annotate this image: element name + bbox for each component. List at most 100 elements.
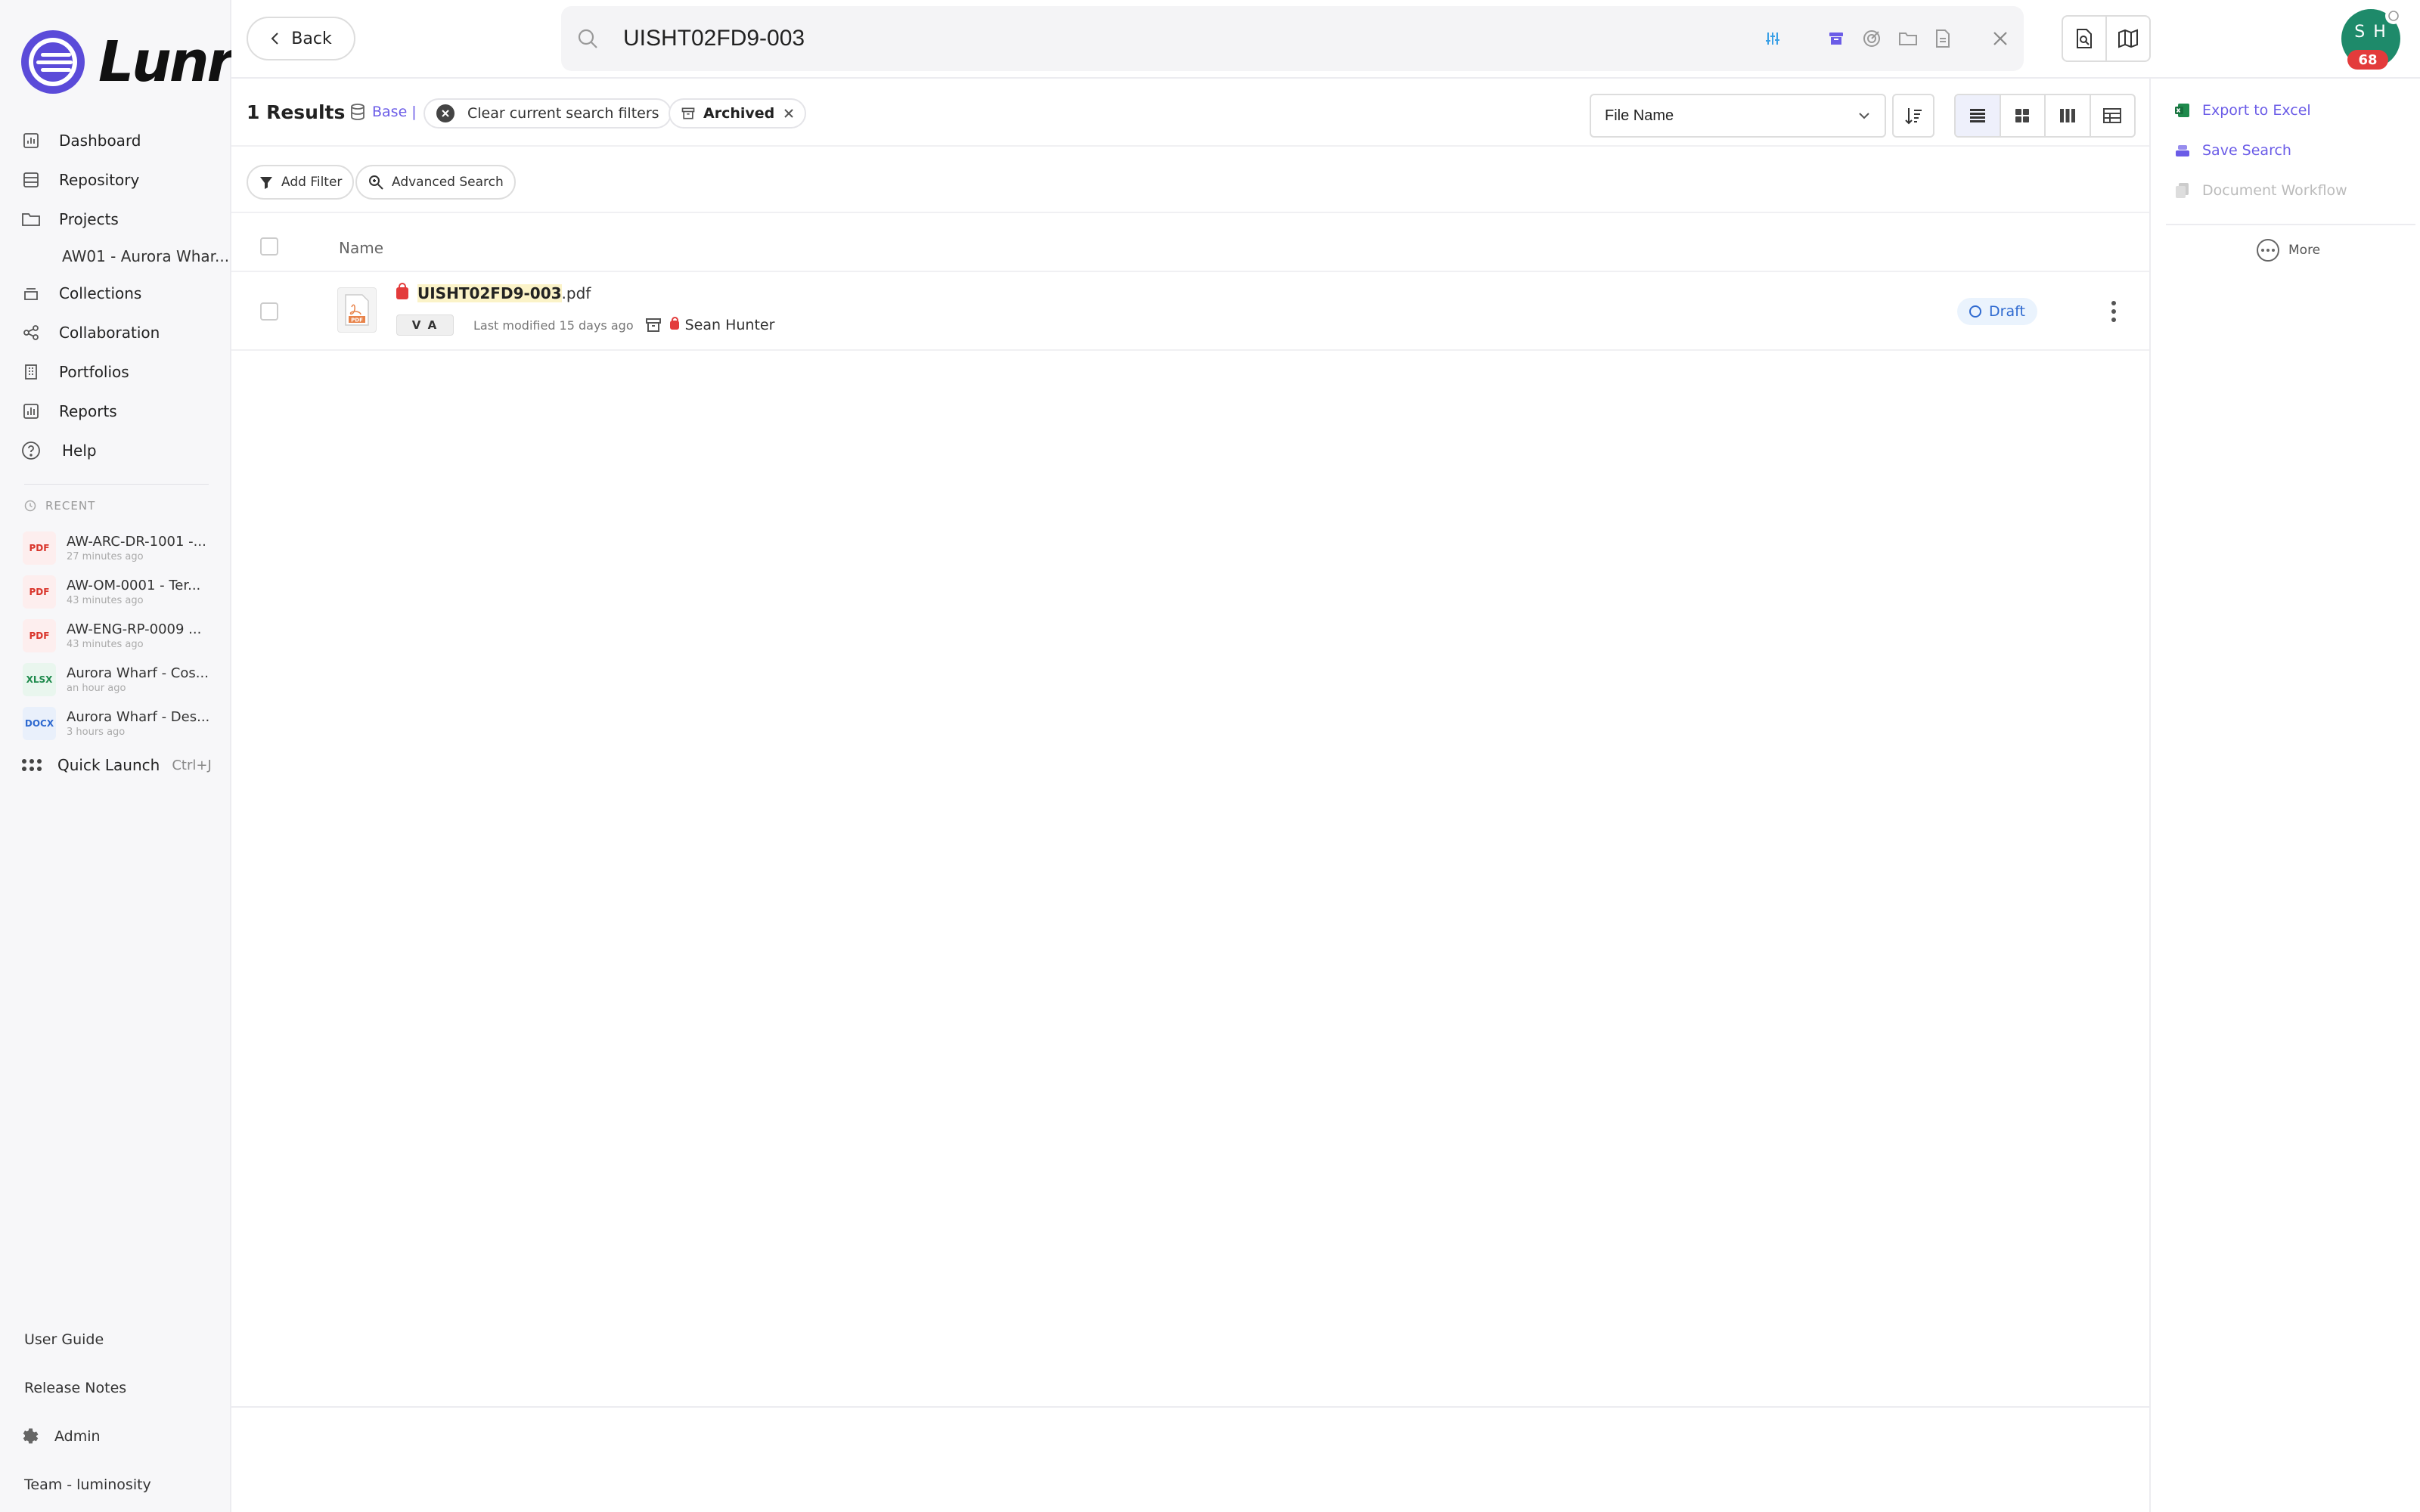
table-view-button[interactable] — [2089, 95, 2135, 136]
base-label: Base — [372, 104, 408, 120]
sort-direction-button[interactable] — [1892, 94, 1934, 138]
nav-reports[interactable]: Reports — [0, 392, 230, 431]
archive-icon[interactable] — [1827, 29, 1845, 48]
version-badge[interactable]: V A — [396, 314, 454, 336]
recent-item-time: 43 minutes ago — [67, 595, 144, 606]
main-nav: Dashboard Repository Projects AW01 - Aur… — [0, 121, 230, 470]
share-icon — [21, 323, 41, 342]
user-avatar[interactable]: S H 68 — [2341, 8, 2402, 70]
main-content: 1 Results Base | Clear current search fi… — [231, 79, 2149, 1512]
recent-item[interactable]: PDF AW-ARC-DR-1001 -... 27 minutes ago — [23, 526, 219, 570]
archived-filter-chip[interactable]: Archived — [669, 98, 807, 129]
recent-item-name: AW-ARC-DR-1001 -... — [67, 534, 206, 550]
table-view-icon — [2103, 108, 2122, 123]
base-link[interactable]: Base | — [349, 103, 417, 121]
column-header-name[interactable]: Name — [339, 239, 383, 257]
recent-item[interactable]: DOCX Aurora Wharf - Des... 3 hours ago — [23, 702, 219, 745]
nav-collections[interactable]: Collections — [0, 274, 230, 313]
nav-label: Portfolios — [59, 363, 129, 381]
document-workflow-button[interactable]: Document Workflow — [2173, 181, 2347, 200]
status-ring-icon — [2385, 8, 2402, 24]
nav-collaboration[interactable]: Collaboration — [0, 313, 230, 352]
clear-filters-button[interactable]: Clear current search filters — [424, 98, 672, 129]
table-row[interactable]: PDF UISHT02FD9-003 .pdf V A Last modified… — [231, 272, 2149, 351]
sort-field-select[interactable]: File Name — [1590, 94, 1886, 138]
nav-help[interactable]: Help — [0, 431, 230, 470]
file-name-match: UISHT02FD9-003 — [417, 284, 562, 302]
more-button[interactable]: More — [2257, 239, 2320, 262]
target-icon[interactable] — [1862, 29, 1882, 48]
map-button[interactable] — [2105, 17, 2149, 60]
quick-launch-label: Quick Launch — [57, 756, 160, 774]
recent-item[interactable]: PDF AW-OM-0001 - Ter... 43 minutes ago — [23, 570, 219, 614]
recent-item[interactable]: PDF AW-ENG-RP-0009 ... 43 minutes ago — [23, 614, 219, 658]
row-menu-button[interactable] — [2102, 295, 2125, 328]
list-view-button[interactable] — [1956, 95, 2000, 136]
top-bar: Back S H 68 — [231, 0, 2420, 79]
save-search-button[interactable]: Save Search — [2173, 142, 2291, 159]
admin-label: Admin — [54, 1428, 101, 1445]
recent-item-time: 3 hours ago — [67, 727, 126, 738]
archive-icon — [681, 107, 695, 119]
team-selector[interactable]: Team - luminosity — [24, 1461, 221, 1509]
add-filter-label: Add Filter — [281, 175, 343, 190]
back-label: Back — [291, 29, 332, 48]
lock-icon — [669, 317, 679, 330]
clear-filters-label: Clear current search filters — [467, 105, 659, 122]
file-name[interactable]: UISHT02FD9-003 .pdf — [396, 283, 591, 302]
recent-item[interactable]: XLSX Aurora Wharf - Cos... an hour ago — [23, 658, 219, 702]
nav-repository[interactable]: Repository — [0, 160, 230, 200]
nav-portfolios[interactable]: Portfolios — [0, 352, 230, 392]
advanced-search-button[interactable]: Advanced Search — [355, 165, 516, 200]
file-owner: Sean Hunter — [669, 317, 775, 333]
kebab-dot — [2111, 309, 2116, 314]
dashboard-icon — [21, 131, 41, 150]
search-input[interactable] — [623, 26, 1682, 51]
nav-label: Collaboration — [59, 324, 160, 342]
nav-project-aw01[interactable]: AW01 - Aurora Whar... — [0, 239, 230, 274]
nav-projects[interactable]: Projects — [0, 200, 230, 239]
select-all-checkbox[interactable] — [260, 237, 278, 256]
folder-icon[interactable] — [1898, 29, 1918, 48]
chevron-left-icon — [271, 33, 278, 45]
quick-launch-button[interactable]: Quick Launch Ctrl+J — [21, 756, 212, 774]
save-stack-icon — [2176, 145, 2189, 156]
app-logo[interactable]: Lunr — [18, 26, 234, 98]
back-button[interactable]: Back — [247, 17, 355, 60]
grid-dots-icon — [22, 759, 42, 771]
sort-descending-icon — [1905, 108, 1922, 125]
more-label: More — [2288, 243, 2321, 258]
status-label: Draft — [1989, 303, 2025, 320]
file-thumbnail[interactable]: PDF — [337, 287, 377, 333]
owner-name: Sean Hunter — [684, 317, 775, 333]
user-guide-link[interactable]: User Guide — [24, 1315, 221, 1364]
close-icon[interactable] — [783, 108, 794, 119]
column-view-button[interactable] — [2044, 95, 2090, 136]
archive-icon — [645, 318, 661, 332]
recent-item-name: AW-ENG-RP-0009 ... — [67, 621, 202, 637]
release-notes-link[interactable]: Release Notes — [24, 1364, 221, 1412]
recent-item-time: an hour ago — [67, 683, 126, 694]
recent-item-name: Aurora Wharf - Des... — [67, 709, 210, 725]
chevron-down-icon — [1859, 113, 1869, 119]
nav-label: Help — [62, 442, 97, 460]
row-checkbox[interactable] — [260, 302, 278, 321]
search-document-button[interactable] — [2063, 17, 2105, 60]
file-name-ext: .pdf — [561, 284, 591, 302]
pdf-file-icon: PDF — [23, 531, 56, 565]
nav-label: Projects — [59, 210, 119, 228]
export-excel-button[interactable]: Export to Excel — [2173, 101, 2311, 119]
building-icon — [21, 362, 41, 382]
document-icon[interactable] — [1934, 29, 1951, 48]
recent-heading: RECENT — [24, 484, 209, 513]
last-modified: Last modified 15 days ago — [473, 318, 634, 333]
recent-list: PDF AW-ARC-DR-1001 -... 27 minutes ago P… — [23, 526, 219, 745]
status-badge: Draft — [1957, 298, 2037, 325]
filter-sliders-icon[interactable] — [1764, 29, 1782, 48]
close-icon[interactable] — [1992, 30, 2009, 47]
add-filter-button[interactable]: Add Filter — [247, 165, 355, 200]
admin-link[interactable]: Admin — [20, 1412, 221, 1461]
grid-view-button[interactable] — [1999, 95, 2045, 136]
nav-dashboard[interactable]: Dashboard — [0, 121, 230, 160]
nav-label: Dashboard — [59, 132, 141, 150]
